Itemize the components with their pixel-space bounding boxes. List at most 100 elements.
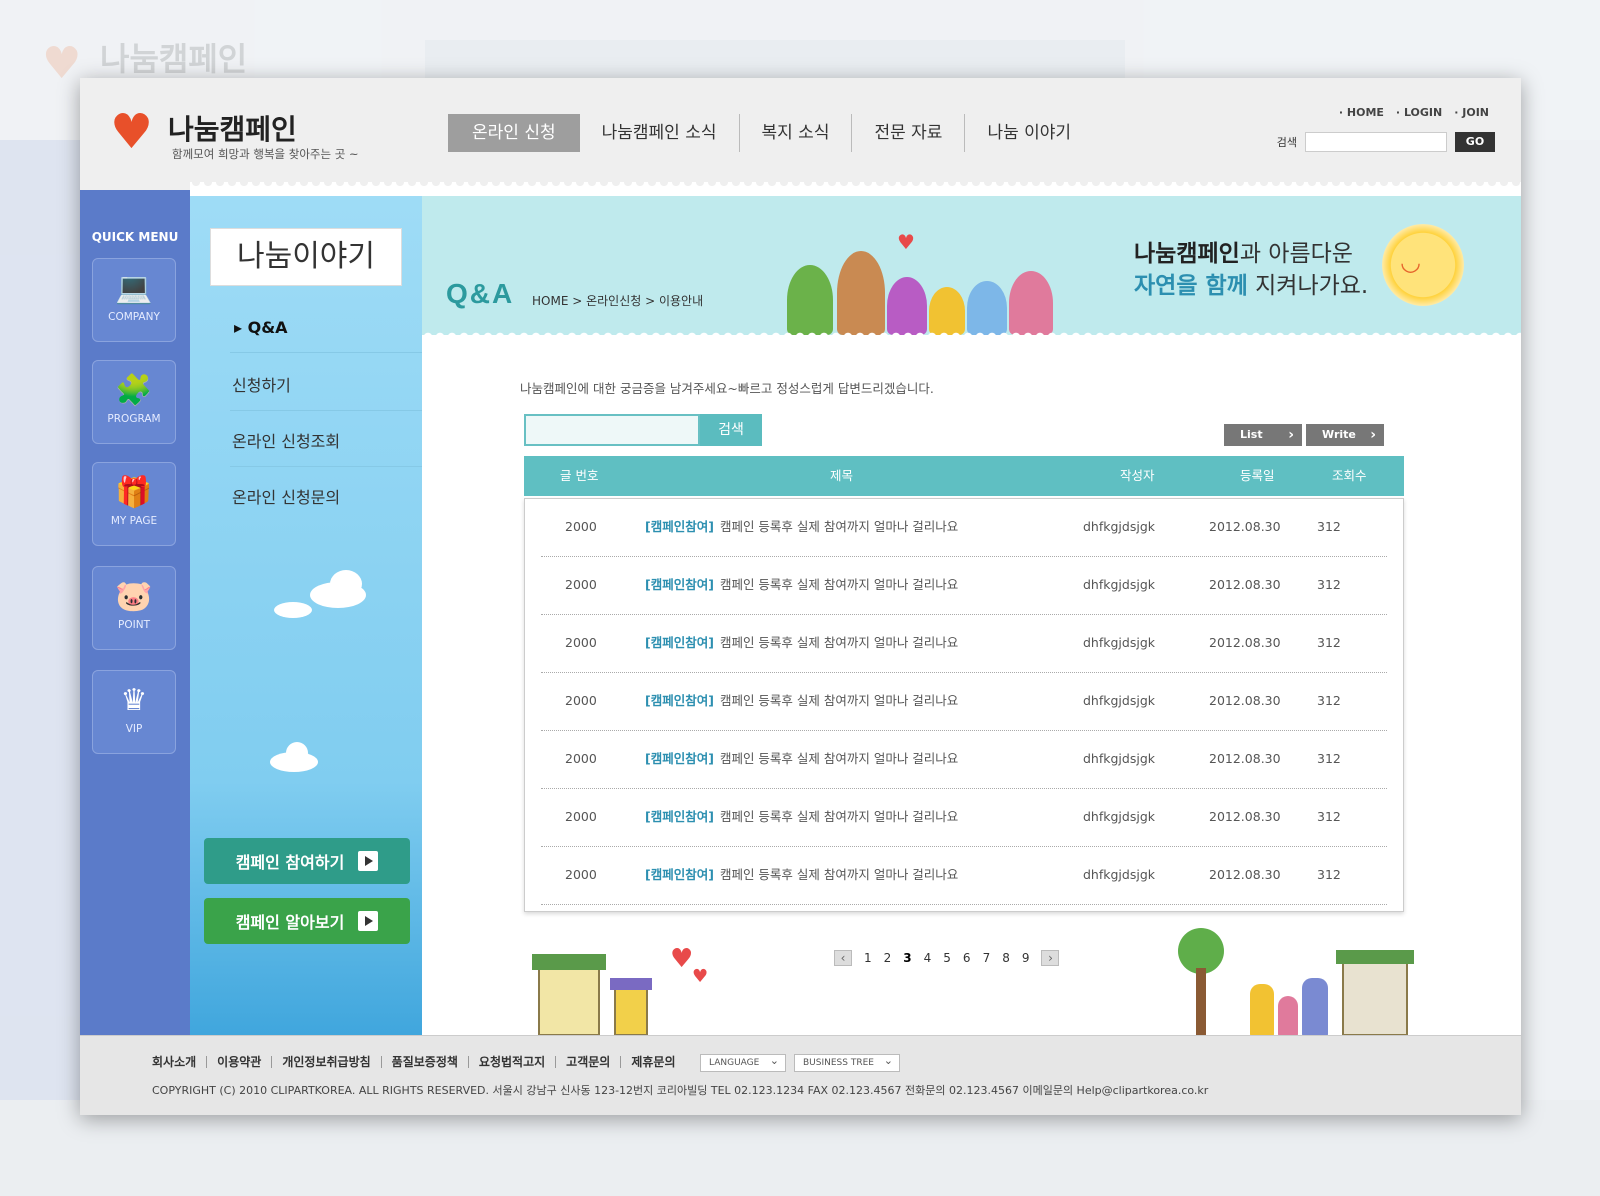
sub-menu-label: Q&A xyxy=(247,318,288,337)
board-search-button[interactable]: 검색 xyxy=(700,414,762,446)
quick-mypage-button[interactable]: 🎁 MY PAGE xyxy=(92,462,176,546)
campaign-info-button[interactable]: 캠페인 알아보기 xyxy=(204,898,410,944)
page-link-current[interactable]: 3 xyxy=(903,951,911,965)
footer-link[interactable]: 품질보증정책 xyxy=(382,1056,469,1068)
computer-icon: 💻 xyxy=(115,271,153,306)
sub-menu: 나눔이야기 ▸ Q&A 신청하기 온라인 신청조회 온라인 신청문의 캠페인 참… xyxy=(190,190,422,1035)
table-row[interactable]: 2000 [캠페인참여] 캠페인 등록후 실제 참여까지 얼마나 걸리나요 dhf… xyxy=(541,847,1387,905)
copyright-text: COPYRIGHT (C) 2010 CLIPARTKOREA. ALL RIG… xyxy=(152,1084,1209,1097)
crown-icon: ♛ xyxy=(120,683,148,718)
header-search-input[interactable] xyxy=(1305,132,1447,152)
business-tree-select[interactable]: BUSINESS TREE xyxy=(794,1053,900,1072)
col-author: 작성자 xyxy=(1120,468,1155,483)
pagination: ‹ 1 2 3 4 5 6 7 8 9 › xyxy=(834,950,1060,966)
col-views: 조회수 xyxy=(1332,468,1367,483)
join-link[interactable]: JOIN xyxy=(1454,106,1489,119)
col-number: 글 번호 xyxy=(560,468,599,483)
page-link[interactable]: 4 xyxy=(924,951,932,965)
page-link[interactable]: 9 xyxy=(1022,951,1030,965)
quick-label: POINT xyxy=(118,619,150,631)
puzzle-icon: 🧩 xyxy=(115,373,153,408)
table-header: 글 번호 제목 작성자 등록일 조회수 xyxy=(524,456,1404,496)
page-link[interactable]: 2 xyxy=(884,951,892,965)
play-icon xyxy=(358,911,379,931)
footer-link[interactable]: 제휴문의 xyxy=(621,1056,685,1068)
campaign-join-button[interactable]: 캠페인 참여하기 xyxy=(204,838,410,884)
quick-program-button[interactable]: 🧩 PROGRAM xyxy=(92,360,176,444)
post-title: 캠페인 등록후 실제 참여까지 얼마나 걸리나요 xyxy=(719,751,959,766)
table-row[interactable]: 2000 [캠페인참여] 캠페인 등록후 실제 참여까지 얼마나 걸리나요 dhf… xyxy=(541,499,1387,557)
table-row[interactable]: 2000 [캠페인참여] 캠페인 등록후 실제 참여까지 얼마나 걸리나요 dhf… xyxy=(541,673,1387,731)
write-button[interactable]: Write xyxy=(1306,424,1384,446)
page-link[interactable]: 8 xyxy=(1002,951,1010,965)
logo-subtitle: 함께모여 희망과 행복을 찾아주는 곳 ~ xyxy=(172,147,359,161)
quick-company-button[interactable]: 💻 COMPANY xyxy=(92,258,176,342)
footer-link[interactable]: 고객문의 xyxy=(556,1056,622,1068)
category-tag: [캠페인참여] xyxy=(645,867,714,882)
sub-menu-title: 나눔이야기 xyxy=(210,228,402,286)
nav-online-apply[interactable]: 온라인 신청 xyxy=(448,114,580,152)
table-row[interactable]: 2000 [캠페인참여] 캠페인 등록후 실제 참여까지 얼마나 걸리나요 dhf… xyxy=(541,557,1387,615)
table-row[interactable]: 2000 [캠페인참여] 캠페인 등록후 실제 참여까지 얼마나 걸리나요 dhf… xyxy=(541,615,1387,673)
category-tag: [캠페인참여] xyxy=(645,577,714,592)
scallop-edge xyxy=(422,327,1521,337)
category-tag: [캠페인참여] xyxy=(645,809,714,824)
page-banner: Q&A HOME > 온라인신청 > 이용안내 ♥ 나눔캠페인과 아름다운 자연… xyxy=(422,190,1521,335)
sub-menu-item-apply[interactable]: 신청하기 xyxy=(232,372,422,396)
prev-page-icon[interactable]: ‹ xyxy=(834,950,852,966)
header-search-label: 검색 xyxy=(1276,136,1297,149)
language-select[interactable]: LANGUAGE xyxy=(700,1053,786,1072)
post-title: 캠페인 등록후 실제 참여까지 얼마나 걸리나요 xyxy=(719,635,959,650)
page-link[interactable]: 5 xyxy=(943,951,951,965)
breadcrumb: HOME > 온라인신청 > 이용안내 xyxy=(532,294,704,308)
logo-title[interactable]: 나눔캠페인 xyxy=(168,108,297,148)
main-nav: 온라인 신청 나눔캠페인 소식 복지 소식 전문 자료 나눔 이야기 xyxy=(448,114,1093,152)
board-intro: 나눔캠페인에 대한 궁금증을 남겨주세요~빠르고 정성스럽게 답변드리겠습니다. xyxy=(520,381,934,396)
footer-link[interactable]: 개인정보취급방침 xyxy=(272,1056,382,1068)
sub-menu-item-qa[interactable]: ▸ Q&A xyxy=(234,318,424,337)
category-tag: [캠페인참여] xyxy=(645,519,714,534)
page-link[interactable]: 6 xyxy=(963,951,971,965)
nav-campaign-news[interactable]: 나눔캠페인 소식 xyxy=(580,114,740,152)
next-page-icon[interactable]: › xyxy=(1041,950,1060,966)
play-icon xyxy=(358,851,379,871)
board-search: 검색 xyxy=(524,414,762,446)
sun-face: ◡ xyxy=(1400,248,1421,276)
post-title: 캠페인 등록후 실제 참여까지 얼마나 걸리나요 xyxy=(719,519,959,534)
quick-menu: QUICK MENU 💻 COMPANY 🧩 PROGRAM 🎁 MY PAGE… xyxy=(80,190,190,1035)
footer-link[interactable]: 회사소개 xyxy=(152,1056,208,1068)
utility-links: HOME LOGIN JOIN xyxy=(1339,106,1489,119)
ghost-heart-icon: ♥ xyxy=(42,38,82,89)
quick-vip-button[interactable]: ♛ VIP xyxy=(92,670,176,754)
page-link[interactable]: 1 xyxy=(864,951,872,965)
footer-link[interactable]: 이용약관 xyxy=(207,1056,273,1068)
page-title: Q&A xyxy=(446,278,515,309)
sub-menu-item-online-inquiry[interactable]: 온라인 신청문의 xyxy=(232,484,422,508)
home-link[interactable]: HOME xyxy=(1339,106,1384,119)
footer-link[interactable]: 요청법적고지 xyxy=(469,1056,557,1068)
quick-label: MY PAGE xyxy=(110,515,158,527)
post-title: 캠페인 등록후 실제 참여까지 얼마나 걸리나요 xyxy=(719,867,959,882)
category-tag: [캠페인참여] xyxy=(645,635,714,650)
table-row[interactable]: 2000 [캠페인참여] 캠페인 등록후 실제 참여까지 얼마나 걸리나요 dhf… xyxy=(541,789,1387,847)
scallop-edge xyxy=(190,182,1521,196)
list-button[interactable]: List xyxy=(1224,424,1302,446)
post-title: 캠페인 등록후 실제 참여까지 얼마나 걸리나요 xyxy=(719,809,959,824)
site-footer: 회사소개 이용약관 개인정보취급방침 품질보증정책 요청법적고지 고객문의 제휴… xyxy=(80,1035,1521,1115)
quick-label: COMPANY xyxy=(108,311,160,323)
table-row[interactable]: 2000 [캠페인참여] 캠페인 등록후 실제 참여까지 얼마나 걸리나요 dhf… xyxy=(541,731,1387,789)
sub-menu-item-online-check[interactable]: 온라인 신청조회 xyxy=(232,428,422,452)
login-link[interactable]: LOGIN xyxy=(1396,106,1442,119)
page-link[interactable]: 7 xyxy=(983,951,991,965)
nav-expert-data[interactable]: 전문 자료 xyxy=(852,114,966,152)
board-search-input[interactable] xyxy=(524,414,700,446)
nav-sharing-story[interactable]: 나눔 이야기 xyxy=(965,114,1093,152)
quick-label: VIP xyxy=(125,723,143,735)
header-search: 검색 GO xyxy=(1277,132,1495,152)
quick-label: PROGRAM xyxy=(107,413,161,425)
site-header: ♥ 나눔캠페인 함께모여 희망과 행복을 찾아주는 곳 ~ 온라인 신청 나눔캠… xyxy=(80,78,1521,190)
quick-point-button[interactable]: 🐷 POINT xyxy=(92,566,176,650)
nav-welfare-news[interactable]: 복지 소식 xyxy=(740,114,853,152)
post-title: 캠페인 등록후 실제 참여까지 얼마나 걸리나요 xyxy=(719,693,959,708)
go-button[interactable]: GO xyxy=(1455,132,1495,152)
